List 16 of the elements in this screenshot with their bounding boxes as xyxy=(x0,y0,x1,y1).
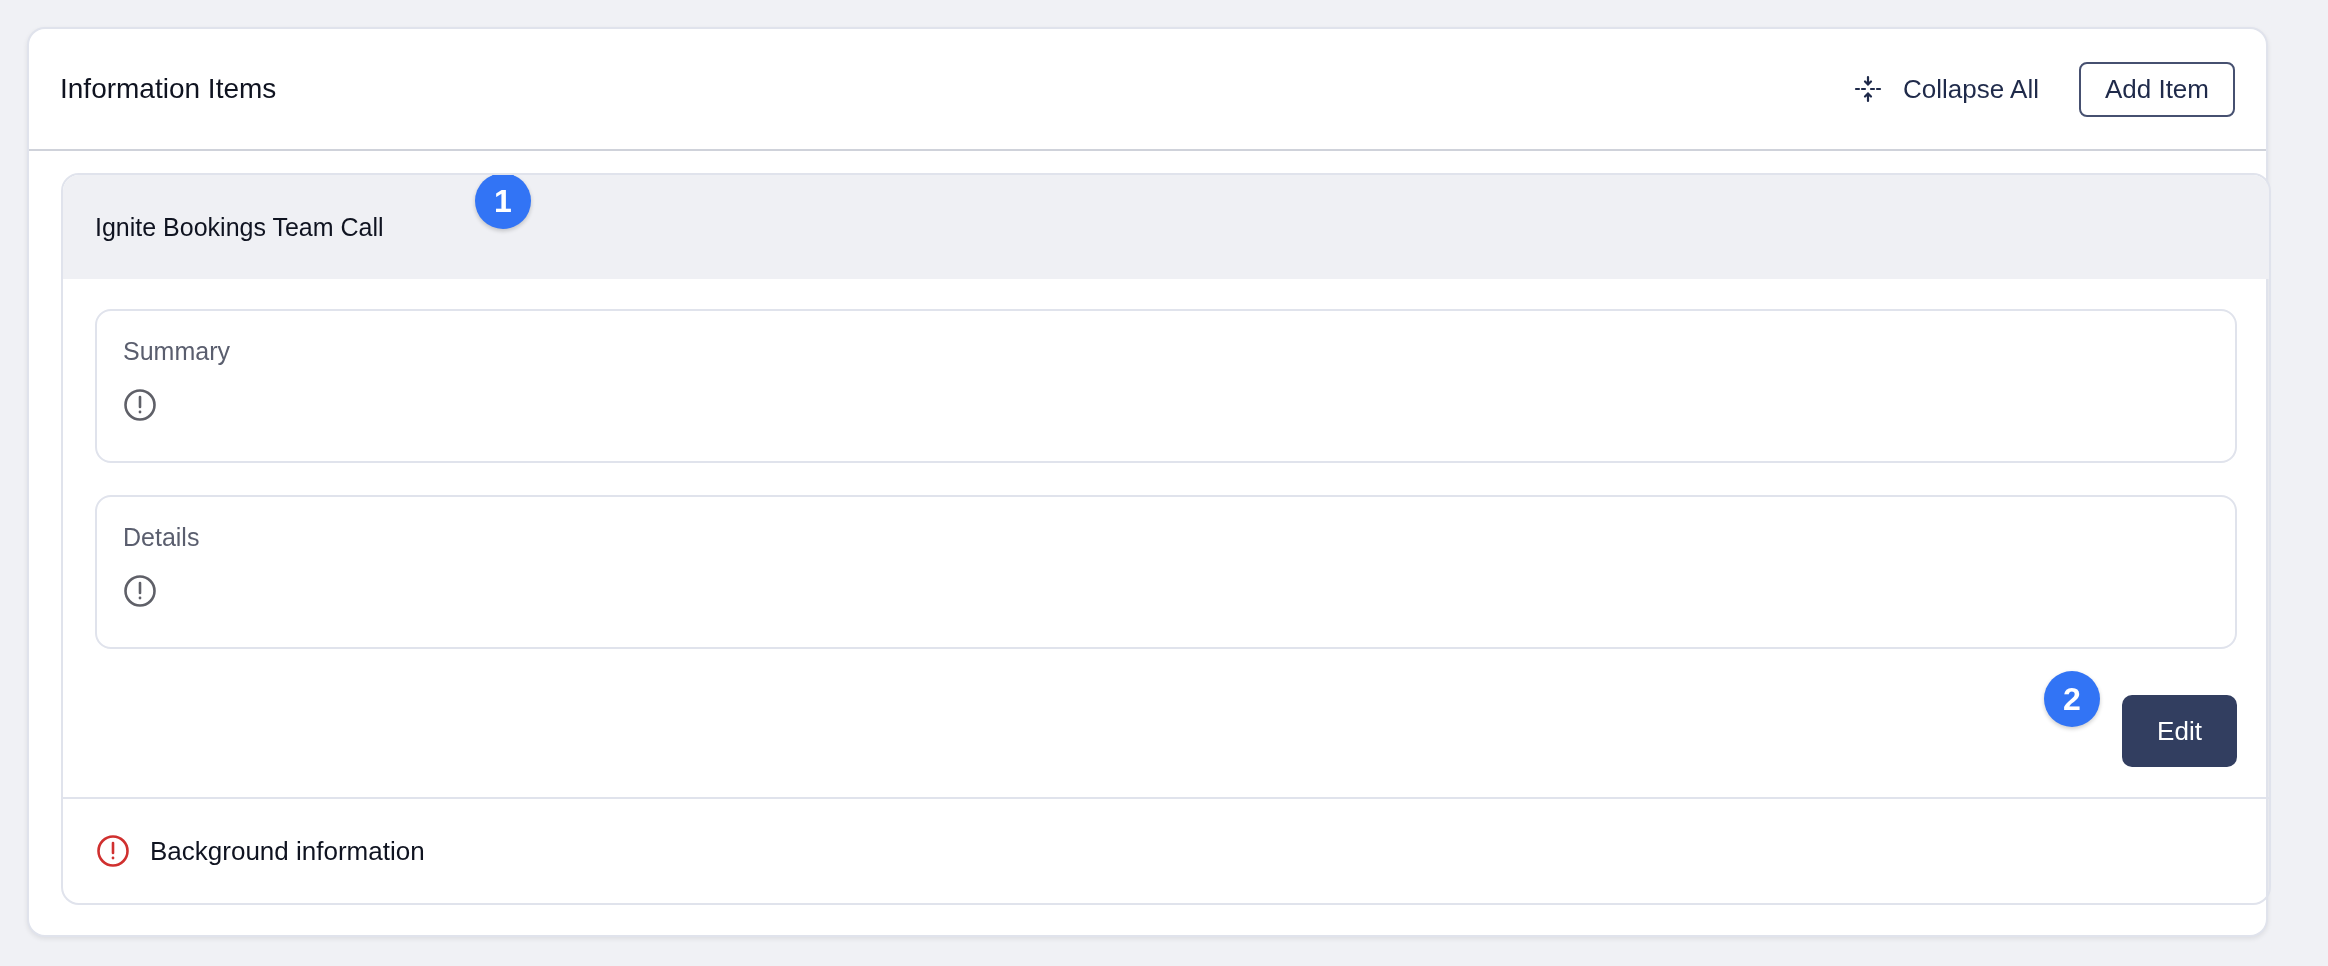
step-badge: 2 xyxy=(2044,671,2100,727)
field-label: Details xyxy=(123,523,200,552)
collapse-icon xyxy=(1853,74,1884,104)
item-header[interactable]: Ignite Bookings Team Call 1 xyxy=(63,175,2269,279)
warning-icon xyxy=(123,574,157,608)
collapsed-item[interactable]: Background information xyxy=(63,797,2269,903)
step-badge: 1 xyxy=(475,175,531,229)
add-item-button[interactable]: Add Item xyxy=(2078,61,2235,117)
warning-icon xyxy=(96,834,130,868)
edit-button[interactable]: Edit xyxy=(2122,695,2237,767)
item-title: Ignite Bookings Team Call xyxy=(95,212,384,242)
item-title: Background information xyxy=(150,835,425,867)
panel-title: Information Items xyxy=(60,73,277,105)
collapse-all-button[interactable]: Collapse All xyxy=(1853,73,2039,105)
warning-icon xyxy=(123,388,157,422)
field-label: Summary xyxy=(123,337,230,366)
